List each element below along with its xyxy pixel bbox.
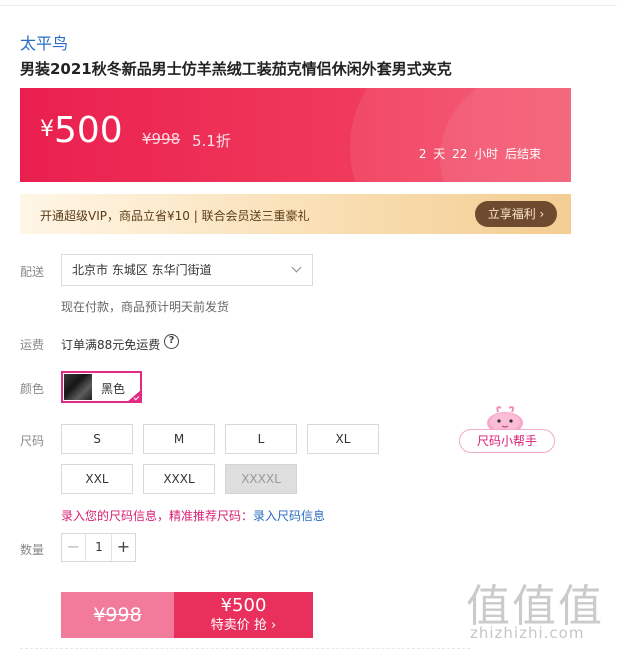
watermark-url: zhizhizhi.com: [470, 624, 585, 642]
claim-benefit-button[interactable]: 立享福利 ›: [475, 201, 557, 227]
quantity-input[interactable]: 1: [86, 534, 112, 561]
size-option-xxxl[interactable]: XXXL: [143, 464, 215, 494]
size-option-xxxxl: XXXXL: [225, 464, 297, 494]
size-option-xl[interactable]: XL: [307, 424, 379, 454]
color-option-label: 黑色: [101, 382, 126, 396]
buy-special-price: ¥500: [220, 595, 267, 616]
color-thumbnail: [64, 374, 92, 400]
current-price-value: 500: [54, 110, 123, 151]
buy-action-label: 特卖价 抢 ›: [210, 618, 277, 633]
discount-rate: 5.1折: [192, 132, 231, 150]
address-select[interactable]: 北京市 东城区 东华门街道: [61, 254, 313, 286]
top-divider: [0, 0, 617, 6]
quantity-stepper: − 1 +: [61, 533, 136, 562]
brand-link[interactable]: 太平鸟: [20, 30, 68, 54]
size-option-s[interactable]: S: [61, 424, 133, 454]
price-banner: ¥500 ¥998 5.1折 2 天 22 小时 后结束: [20, 88, 571, 182]
color-label: 颜色: [20, 382, 45, 396]
vip-promo-bar: 开通超级VIP，商品立省¥10 | 联合会员送三重豪礼 立享福利 ›: [20, 194, 571, 234]
buy-now-button[interactable]: ¥500 特卖价 抢 ›: [174, 592, 313, 638]
delivery-label: 配送: [20, 265, 45, 279]
buy-original-price: ¥998: [61, 592, 174, 638]
original-price: ¥998: [142, 130, 181, 148]
currency-symbol: ¥: [40, 117, 54, 142]
decrement-button[interactable]: −: [62, 534, 86, 561]
shipping-note: 现在付款，商品预计明天前发货: [61, 300, 230, 314]
color-option-black[interactable]: 黑色: [61, 371, 142, 403]
freight-label: 运费: [20, 338, 45, 352]
quantity-label: 数量: [20, 543, 45, 557]
increment-button[interactable]: +: [111, 534, 135, 561]
current-price: ¥500: [40, 110, 123, 151]
sale-countdown: 2 天 22 小时 后结束: [418, 147, 541, 161]
vip-promo-text: 开通超级VIP，商品立省¥10 | 联合会员送三重豪礼: [40, 209, 310, 223]
address-value: 北京市 东城区 东华门街道: [72, 263, 212, 277]
bottom-divider: [20, 648, 470, 649]
size-option-m[interactable]: M: [143, 424, 215, 454]
freight-text: 订单满88元免运费: [61, 338, 161, 352]
size-tip: 录入您的尺码信息，精准推荐尺码：录入尺码信息: [61, 507, 325, 524]
size-tip-text: 录入您的尺码信息，精准推荐尺码：: [61, 509, 254, 523]
size-label: 尺码: [20, 434, 45, 448]
product-title: 男装2021秋冬新品男士仿羊羔绒工装茄克情侣休闲外套男式夹克: [20, 60, 452, 78]
size-helper-button[interactable]: 尺码小帮手: [459, 429, 555, 453]
help-icon[interactable]: ?: [164, 334, 179, 349]
size-option-l[interactable]: L: [225, 424, 297, 454]
size-option-xxl[interactable]: XXL: [61, 464, 133, 494]
chevron-down-icon: [291, 262, 302, 273]
enter-size-link[interactable]: 录入尺码信息: [253, 509, 325, 523]
selected-check-icon: [127, 390, 141, 402]
